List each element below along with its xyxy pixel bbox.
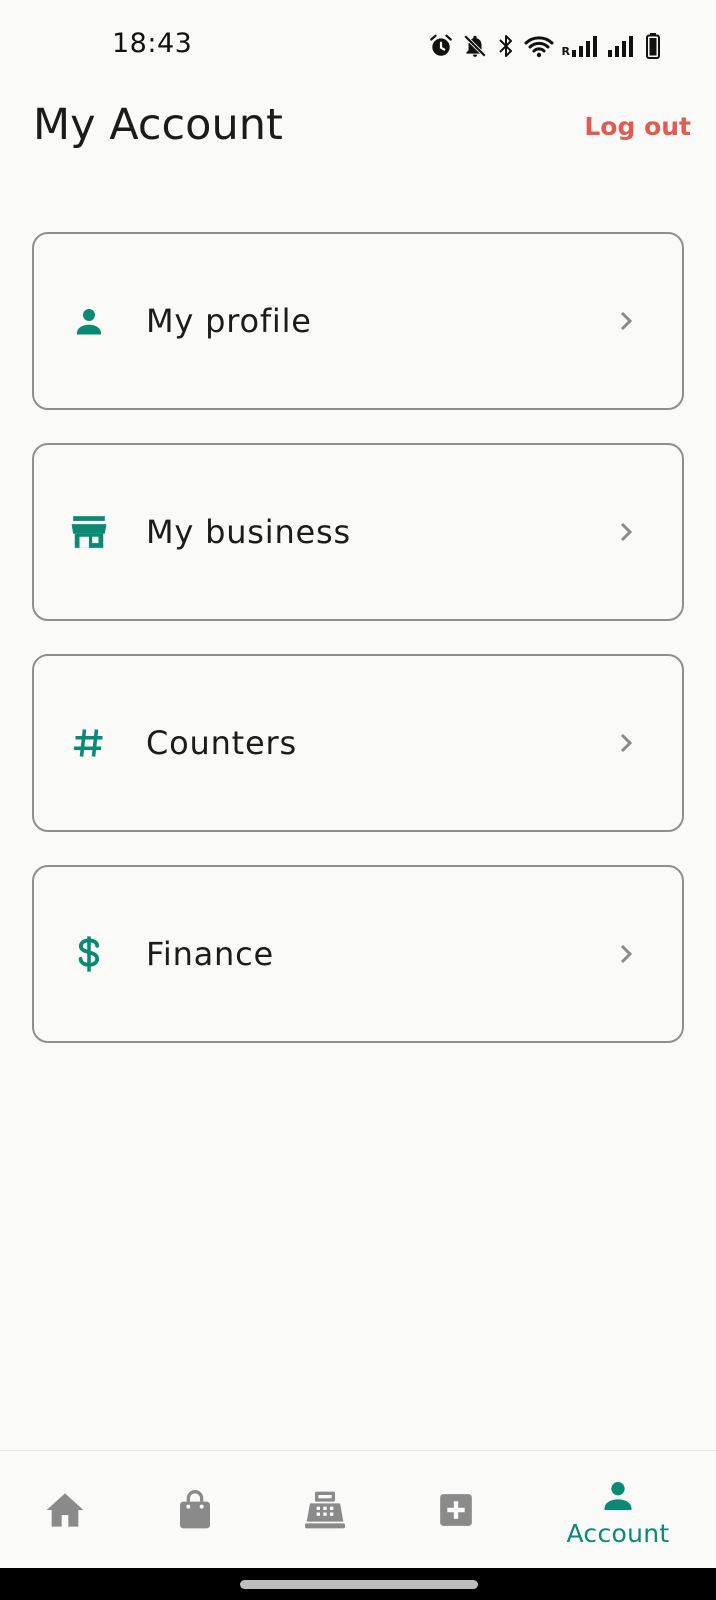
nav-item-register[interactable] [285,1451,365,1569]
menu-item-label: My business [146,513,351,551]
menu-item-label: Counters [146,724,297,762]
nav-item-account[interactable]: Account [548,1451,688,1569]
bluetooth-icon [496,33,516,59]
roaming-indicator: R [561,45,570,58]
account-menu: My profile My business Counters Finance [32,232,684,1076]
logout-button[interactable]: Log out [584,112,691,141]
menu-item-finance[interactable]: Finance [32,865,684,1043]
person-icon [596,1473,640,1517]
page-title: My Account [33,100,283,150]
nav-item-home[interactable] [25,1451,105,1569]
chevron-right-icon [614,731,638,755]
chevron-right-icon [614,942,638,966]
menu-item-label: My profile [146,302,312,340]
gesture-handle[interactable] [240,1580,478,1589]
add-box-icon [434,1488,478,1532]
menu-item-my-profile[interactable]: My profile [32,232,684,410]
alarm-icon [428,33,454,59]
battery-icon [646,33,660,59]
store-icon [70,513,108,551]
status-time: 18:43 [112,28,193,59]
dollar-icon [70,935,108,973]
chevron-right-icon [614,520,638,544]
nav-item-add[interactable] [416,1451,496,1569]
bell-off-icon [462,33,488,59]
person-icon [70,302,108,340]
system-navigation-bar [0,1568,716,1600]
signal-roaming-icon: R [562,35,600,57]
status-bar: 18:43 R [0,0,716,90]
menu-item-my-business[interactable]: My business [32,443,684,621]
shopping-bag-icon [173,1488,217,1532]
nav-item-label: Account [566,1518,670,1548]
menu-item-label: Finance [146,935,275,973]
status-icons: R [428,30,660,62]
account-screen: 18:43 R My Account Log out My profile My… [0,0,716,1600]
nav-item-shop[interactable] [155,1451,235,1569]
home-icon [43,1488,87,1532]
menu-item-counters[interactable]: Counters [32,654,684,832]
wifi-icon [524,33,554,59]
bottom-navigation: Account [0,1450,716,1568]
chevron-right-icon [614,309,638,333]
cash-register-icon [303,1488,347,1532]
hash-icon [70,724,108,762]
signal-icon [608,35,638,57]
